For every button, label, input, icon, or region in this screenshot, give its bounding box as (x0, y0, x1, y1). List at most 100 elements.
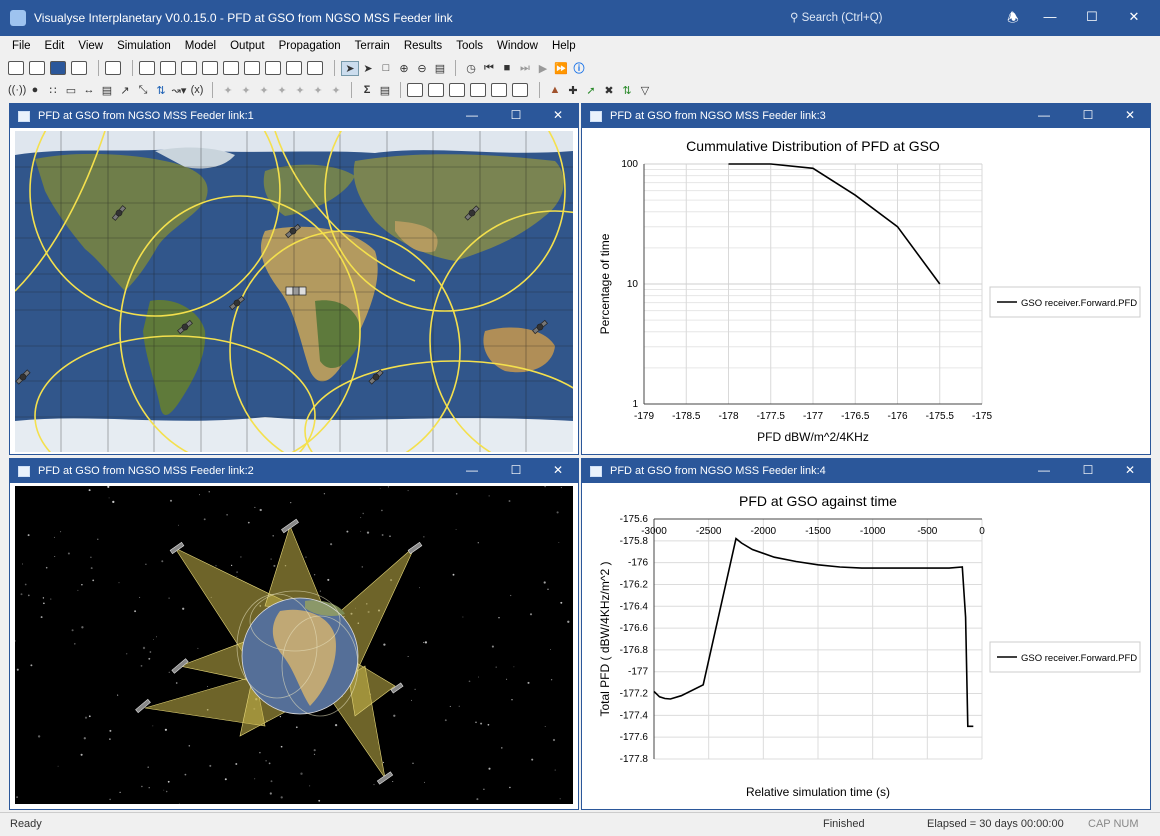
menu-propagation[interactable]: Propagation (279, 40, 341, 52)
star (361, 566, 364, 568)
star (424, 641, 428, 644)
grid-points-icon[interactable]: ∷ (44, 84, 62, 97)
view-3d-canvas[interactable] (15, 486, 573, 804)
cdf-chart-window[interactable]: PFD at GSO from NGSO MSS Feeder link:3 —… (581, 103, 1151, 455)
map-window-close-button[interactable]: ✕ (550, 108, 566, 122)
terminal-icon[interactable] (223, 61, 239, 75)
view-3d-svg[interactable] (15, 486, 573, 804)
stop-icon[interactable]: ■ (498, 62, 516, 74)
view-3d-window-maximize-button[interactable]: ☐ (508, 463, 524, 477)
notifications-icon[interactable]: 🕭 (1003, 9, 1023, 27)
chart-line-icon[interactable] (491, 83, 507, 97)
path-icon[interactable]: ➚ (582, 84, 600, 97)
paste-icon[interactable] (105, 61, 121, 75)
pointer-plus-icon[interactable]: ➤ (359, 62, 377, 75)
step-icon[interactable]: ⏭ (516, 62, 534, 75)
comment-icon[interactable]: ▤ (431, 62, 449, 75)
table-icon[interactable]: ▤ (98, 84, 116, 97)
carrier-icon[interactable] (202, 61, 218, 75)
zoom-out-icon[interactable]: ⊖ (413, 62, 431, 75)
group-icon[interactable] (307, 61, 323, 75)
close-button[interactable]: ✕ (1124, 9, 1144, 27)
world-map[interactable] (15, 131, 573, 452)
map-window-titlebar[interactable]: PFD at GSO from NGSO MSS Feeder link:1 —… (10, 104, 578, 128)
menu-help[interactable]: Help (552, 40, 576, 52)
cdf-chart-window-maximize-button[interactable]: ☐ (1080, 108, 1096, 122)
save-icon[interactable] (50, 61, 66, 75)
map-window-minimize-button[interactable]: — (464, 108, 480, 122)
menu-results[interactable]: Results (404, 40, 442, 52)
report-1-icon[interactable] (407, 83, 423, 97)
menu-output[interactable]: Output (230, 40, 265, 52)
cdf-chart-window-titlebar[interactable]: PFD at GSO from NGSO MSS Feeder link:3 —… (582, 104, 1150, 128)
station-icon[interactable] (139, 61, 155, 75)
bar-icon[interactable]: ▭ (62, 84, 80, 97)
distance-icon[interactable]: ↔ (80, 84, 98, 96)
star (152, 639, 154, 641)
filter-icon[interactable]: ▽ (636, 84, 654, 97)
zoom-box-icon[interactable]: □ (377, 62, 395, 74)
diagonal-icon[interactable]: ↗ (116, 84, 134, 97)
search-box[interactable]: ⚲ Search (Ctrl+Q) (790, 10, 882, 24)
view-3d-window-minimize-button[interactable]: — (464, 463, 480, 477)
variable-icon[interactable]: (x) (188, 84, 206, 96)
report-2-icon[interactable] (428, 83, 444, 97)
menu-terrain[interactable]: Terrain (355, 40, 390, 52)
view-3d-window-close-button[interactable]: ✕ (550, 463, 566, 477)
cdf-chart-window-minimize-button[interactable]: — (1036, 108, 1052, 122)
point-icon[interactable]: ● (26, 84, 44, 96)
time-chart-window[interactable]: PFD at GSO from NGSO MSS Feeder link:4 —… (581, 458, 1151, 810)
broadcast-icon[interactable]: ((·)) (8, 84, 26, 96)
updown-icon[interactable]: ⇅ (152, 84, 170, 97)
gso-satellite-marker[interactable] (285, 286, 307, 296)
map-window[interactable]: PFD at GSO from NGSO MSS Feeder link:1 —… (9, 103, 579, 455)
menu-model[interactable]: Model (185, 40, 216, 52)
zoom-in-icon[interactable]: ⊕ (395, 62, 413, 75)
new-file-icon[interactable] (8, 61, 24, 75)
menu-tools[interactable]: Tools (456, 40, 483, 52)
terrain-icon[interactable] (265, 61, 281, 75)
menu-edit[interactable]: Edit (45, 40, 65, 52)
copy-icon[interactable] (71, 61, 87, 75)
menu-simulation[interactable]: Simulation (117, 40, 171, 52)
time-chart-window-maximize-button[interactable]: ☐ (1080, 463, 1096, 477)
time-chart-window-titlebar[interactable]: PFD at GSO from NGSO MSS Feeder link:4 —… (582, 459, 1150, 483)
star (513, 666, 515, 668)
menu-window[interactable]: Window (497, 40, 538, 52)
cdf-chart-window-close-button[interactable]: ✕ (1122, 108, 1138, 122)
minimize-button[interactable]: — (1040, 9, 1060, 27)
info-icon[interactable]: ⓘ (570, 60, 588, 76)
maximize-button[interactable]: ☐ (1082, 9, 1102, 27)
chart-bar-icon[interactable] (512, 83, 528, 97)
sort-icon[interactable]: ⇅ (618, 84, 636, 97)
star (300, 772, 303, 775)
link-icon[interactable] (160, 61, 176, 75)
time-chart-window-close-button[interactable]: ✕ (1122, 463, 1138, 477)
remove-path-icon[interactable]: ✖ (600, 84, 618, 97)
star (527, 681, 530, 684)
antenna-icon[interactable] (181, 61, 197, 75)
menu-file[interactable]: File (12, 40, 31, 52)
view-3d-window-titlebar[interactable]: PFD at GSO from NGSO MSS Feeder link:2 —… (10, 459, 578, 483)
network-icon[interactable] (244, 61, 260, 75)
document-icon[interactable]: ▤ (376, 84, 394, 97)
plus-node-icon[interactable]: ✚ (564, 84, 582, 97)
play-icon[interactable]: ▶ (534, 62, 552, 75)
map-window-maximize-button[interactable]: ☐ (508, 108, 524, 122)
chart-window-icon[interactable] (470, 83, 486, 97)
open-file-icon[interactable] (29, 61, 45, 75)
rewind-icon[interactable]: ⏮ (480, 62, 498, 75)
view-3d-window[interactable]: PFD at GSO from NGSO MSS Feeder link:2 —… (9, 458, 579, 810)
menu-view[interactable]: View (78, 40, 103, 52)
select-pointer-icon[interactable]: ➤ (341, 60, 359, 76)
satellite-dish-icon[interactable]: ▲ (546, 84, 564, 96)
area-icon[interactable] (286, 61, 302, 75)
world-map-svg[interactable] (15, 131, 573, 452)
report-3-icon[interactable] (449, 83, 465, 97)
fast-forward-icon[interactable]: ⏩ (552, 62, 570, 75)
time-chart-window-minimize-button[interactable]: — (1036, 463, 1052, 477)
expand-icon[interactable]: ⤡ (134, 84, 152, 97)
sum-icon[interactable]: Σ (358, 84, 376, 96)
link-dropdown-icon[interactable]: ↝▾ (170, 84, 188, 97)
clock-icon[interactable]: ◷ (462, 62, 480, 75)
